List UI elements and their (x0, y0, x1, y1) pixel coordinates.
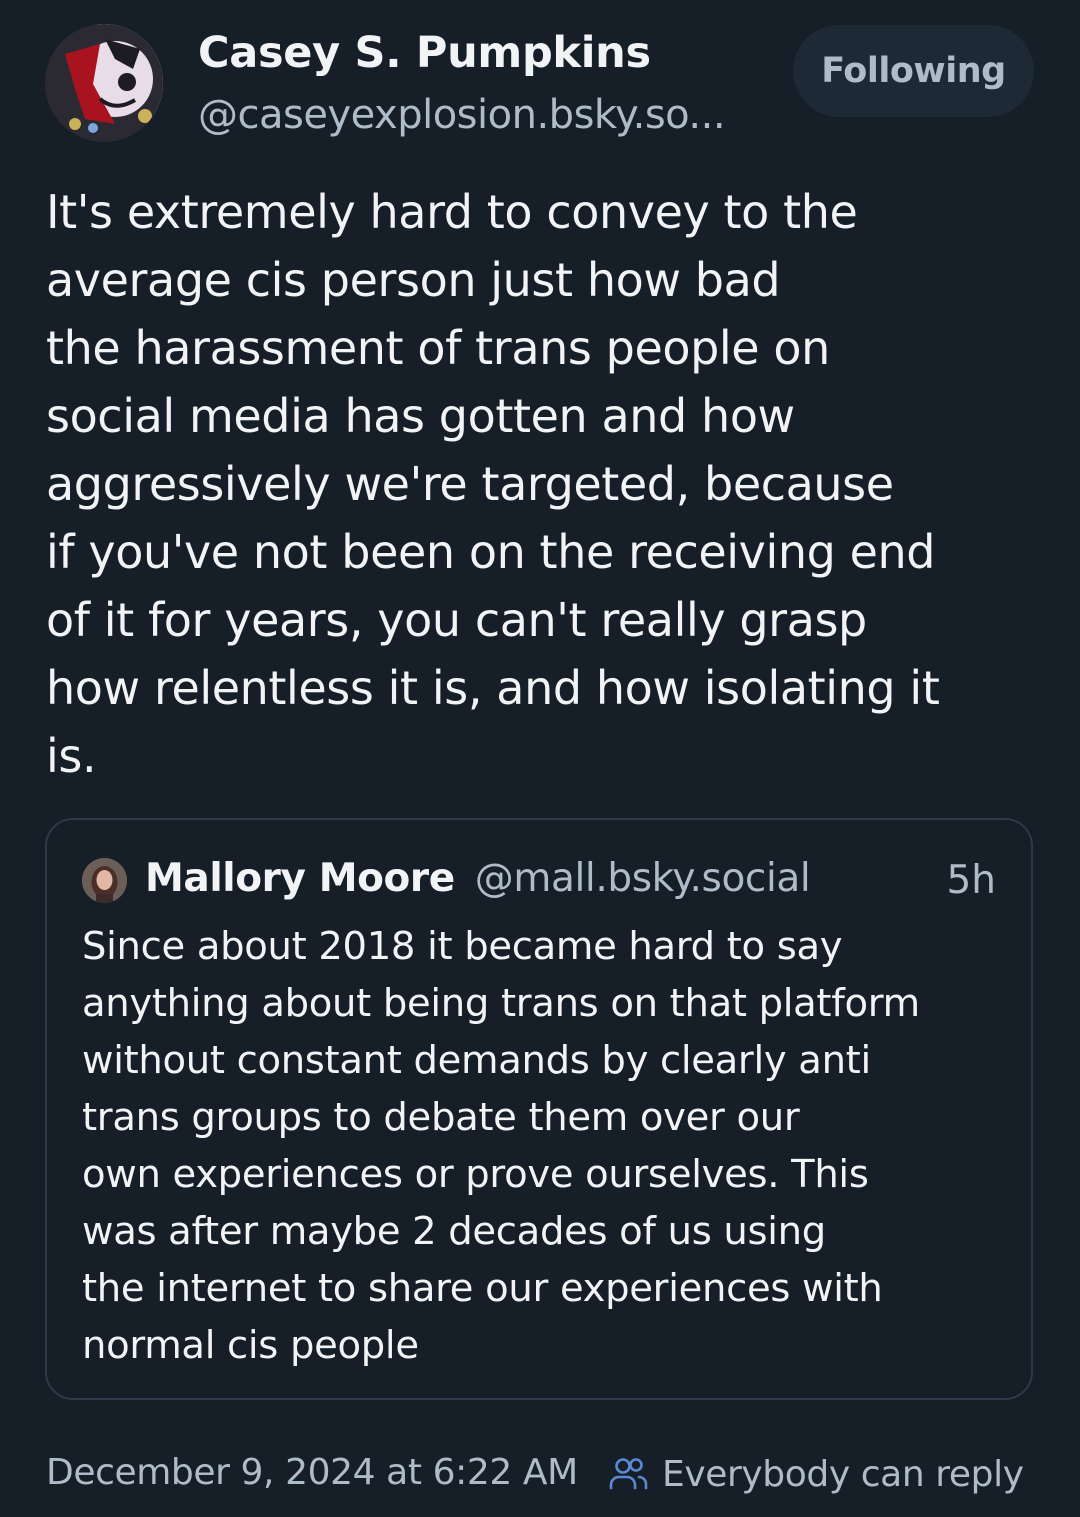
quoted-post-line: was after maybe 2 decades of us using (82, 1209, 826, 1254)
quoted-post-body: Since about 2018 it became hard to say a… (82, 918, 1012, 1374)
post-body: It's extremely hard to convey to the ave… (46, 178, 1046, 790)
post-line: how relentless it is, and how isolating … (46, 661, 940, 715)
quoted-post-line: Since about 2018 it became hard to say (82, 924, 843, 969)
post-footer: December 9, 2024 at 6:22 AM Everybody ca… (46, 1446, 1046, 1502)
post-line: if you've not been on the receiving end (46, 525, 936, 579)
author-handle[interactable]: @caseyexplosion.bsky.so... (198, 92, 726, 138)
post-line: the harassment of trans people on (46, 321, 830, 375)
quoted-post-card[interactable]: Mallory Moore @mall.bsky.social 5h Since… (45, 818, 1033, 1400)
quoted-post-line: anything about being trans on that platf… (82, 981, 920, 1026)
reply-settings[interactable]: Everybody can reply (606, 1446, 1024, 1502)
quoted-avatar-image (82, 858, 127, 903)
post-line: average cis person just how bad (46, 253, 781, 307)
people-icon (609, 1458, 648, 1490)
quoted-post-line: without constant demands by clearly anti (82, 1038, 871, 1083)
quoted-post-line: normal cis people (82, 1323, 419, 1368)
quoted-post-time: 5h (946, 858, 996, 903)
author-name[interactable]: Casey S. Pumpkins (198, 28, 651, 78)
quoted-author-meta: Mallory Moore @mall.bsky.social (145, 856, 811, 901)
author-avatar[interactable] (45, 24, 163, 142)
following-button[interactable]: Following (793, 25, 1034, 117)
post-line: is. (46, 729, 97, 783)
post-line: It's extremely hard to convey to the (46, 185, 858, 239)
post-line: social media has gotten and how (46, 389, 795, 443)
quoted-post-line: trans groups to debate them over our (82, 1095, 800, 1140)
post-line: of it for years, you can't really grasp (46, 593, 867, 647)
reply-settings-label: Everybody can reply (662, 1453, 1024, 1495)
quoted-author-avatar[interactable] (82, 858, 127, 903)
post-line: aggressively we're targeted, because (46, 457, 894, 511)
quoted-author-name[interactable]: Mallory Moore (145, 856, 455, 901)
avatar-image (45, 24, 163, 142)
quoted-post-line: the internet to share our experiences wi… (82, 1266, 883, 1311)
post-header: Casey S. Pumpkins @caseyexplosion.bsky.s… (0, 0, 1080, 160)
quoted-author-handle[interactable]: @mall.bsky.social (475, 856, 811, 901)
quoted-post-line: own experiences or prove ourselves. This (82, 1152, 869, 1197)
post-timestamp: December 9, 2024 at 6:22 AM (46, 1452, 578, 1493)
